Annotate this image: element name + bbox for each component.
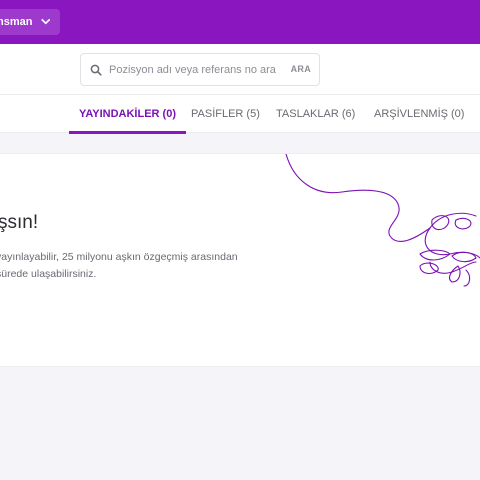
search-area: ARA — [0, 44, 480, 94]
decorative-line-illustration — [285, 154, 480, 287]
search-button[interactable]: ARA — [291, 64, 311, 74]
chevron-down-icon — [40, 18, 50, 25]
search-box: ARA — [80, 53, 320, 86]
account-label: insman — [0, 16, 33, 28]
tab-drafts[interactable]: TASLAKLAR (6) — [276, 95, 355, 133]
empty-state-text-line2: sürede ulaşabilirsiniz. — [0, 268, 97, 280]
empty-state-card: şsın! yayınlayabilir, 25 milyonu aşkın ö… — [0, 153, 480, 367]
account-menu-button[interactable]: insman — [0, 9, 60, 35]
empty-state-text-line1: yayınlayabilir, 25 milyonu aşkın özgeçmi… — [0, 251, 238, 263]
top-bar: insman — [0, 0, 480, 44]
empty-state-title: şsın! — [0, 212, 39, 233]
search-input[interactable] — [109, 63, 285, 76]
search-icon — [90, 64, 102, 76]
tab-archived[interactable]: ARŞİVLENMİŞ (0) — [374, 95, 464, 133]
tab-published[interactable]: YAYINDAKİLER (0) — [69, 95, 186, 134]
tab-passive[interactable]: PASİFLER (5) — [191, 95, 260, 133]
tabs-bar: YAYINDAKİLER (0) PASİFLER (5) TASLAKLAR … — [0, 94, 480, 134]
empty-state-text: yayınlayabilir, 25 milyonu aşkın özgeçmi… — [0, 249, 256, 283]
